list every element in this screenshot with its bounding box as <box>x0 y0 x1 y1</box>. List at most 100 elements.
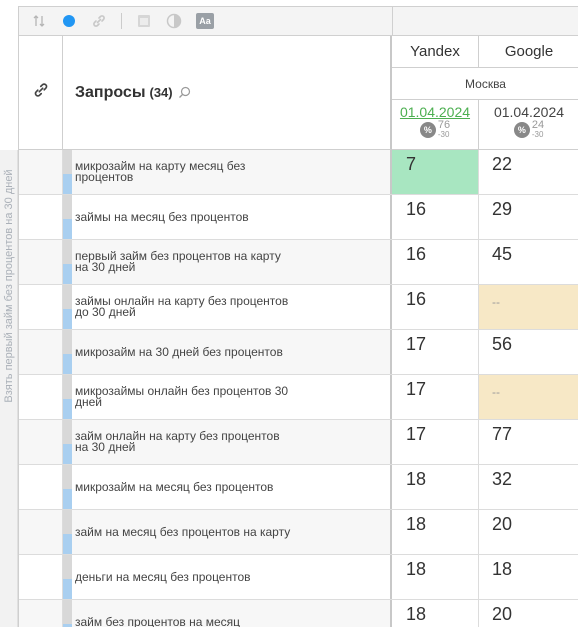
query-cell[interactable]: займ без процентов на месяц <box>63 600 392 627</box>
row-link-cell[interactable] <box>19 375 63 419</box>
row-link-cell[interactable] <box>19 420 63 464</box>
contrast-icon[interactable] <box>166 13 182 29</box>
query-text: микрозайм на карту месяц без процентов <box>75 159 246 184</box>
stat-delta: -30 <box>437 130 450 139</box>
google-position-cell[interactable]: 77 <box>479 420 578 464</box>
table-row[interactable]: микрозайм на 30 дней без процентов 17 56 <box>19 330 578 375</box>
query-cell[interactable]: займ онлайн на карту без процентов на 30… <box>63 420 392 464</box>
row-link-cell[interactable] <box>19 195 63 239</box>
toolbar: Aa <box>19 6 392 36</box>
table-row[interactable]: займ онлайн на карту без процентов на 30… <box>19 420 578 465</box>
query-cell[interactable]: займ на месяц без процентов на карту <box>63 510 392 554</box>
google-position-cell[interactable]: 22 <box>479 150 578 194</box>
date-link-yandex[interactable]: 01.04.2024 <box>400 104 470 120</box>
search-icon[interactable] <box>178 86 191 99</box>
table-row[interactable]: микрозаймы онлайн без процентов 30 дней 1… <box>19 375 578 420</box>
row-link-cell[interactable] <box>19 465 63 509</box>
google-position-cell[interactable]: -- <box>479 285 578 329</box>
frequency-bar <box>63 600 72 627</box>
link-column-header[interactable] <box>19 36 63 150</box>
google-position-cell[interactable]: 56 <box>479 330 578 374</box>
query-text: микрозайм на месяц без процентов <box>75 479 274 494</box>
google-position-cell[interactable]: 20 <box>479 600 578 627</box>
engine-header-google[interactable]: Google <box>479 36 578 68</box>
row-link-cell[interactable] <box>19 555 63 599</box>
query-text: займы онлайн на карту без процентов до 3… <box>75 294 289 319</box>
query-text: займ на месяц без процентов на карту <box>75 524 291 539</box>
row-link-cell[interactable] <box>19 285 63 329</box>
sort-icon[interactable] <box>31 13 47 29</box>
query-text: микрозаймы онлайн без процентов 30 дней <box>75 384 289 409</box>
table-row[interactable]: микрозайм на месяц без процентов 18 32 <box>19 465 578 510</box>
google-position-cell[interactable]: -- <box>479 375 578 419</box>
yandex-position-cell[interactable]: 16 <box>392 285 479 329</box>
table-row[interactable]: деньги на месяц без процентов 18 18 <box>19 555 578 600</box>
table-row[interactable]: займы онлайн на карту без процентов до 3… <box>19 285 578 330</box>
yandex-position-cell[interactable]: 17 <box>392 375 479 419</box>
query-cell[interactable]: микрозайм на карту месяц без процентов <box>63 150 392 194</box>
toolbar-separator <box>121 13 122 29</box>
yandex-position-cell[interactable]: 18 <box>392 600 479 627</box>
row-link-cell[interactable] <box>19 150 63 194</box>
stat-yandex: % 76 -30 <box>419 119 451 139</box>
yandex-position-cell[interactable]: 17 <box>392 420 479 464</box>
query-text: займ без процентов на месяц <box>75 614 241 627</box>
percent-icon: % <box>513 122 530 138</box>
stat-value: 76 <box>437 119 451 131</box>
query-cell[interactable]: микрозаймы онлайн без процентов 30 дней <box>63 375 392 419</box>
query-cell[interactable]: первый займ без процентов на карту на 30… <box>63 240 392 284</box>
toolbar-right-area <box>392 6 578 36</box>
date-column-yandex[interactable]: 01.04.2024 % 76 -30 <box>392 100 479 150</box>
link-icon[interactable] <box>91 13 107 29</box>
date-column-google[interactable]: 01.04.2024 % 24 -30 <box>479 100 578 150</box>
yandex-position-cell[interactable]: 18 <box>392 465 479 509</box>
region-label: Москва <box>392 68 578 100</box>
query-text: микрозайм на 30 дней без процентов <box>75 344 283 359</box>
row-link-cell[interactable] <box>19 240 63 284</box>
table-row[interactable]: займ без процентов на месяц 18 20 <box>19 600 578 627</box>
table-row[interactable]: займы на месяц без процентов 16 29 <box>19 195 578 240</box>
yandex-position-cell[interactable]: 17 <box>392 330 479 374</box>
frequency-bar <box>63 465 72 509</box>
yandex-position-cell[interactable]: 16 <box>392 240 479 284</box>
google-position-cell[interactable]: 32 <box>479 465 578 509</box>
font-icon[interactable]: Aa <box>196 13 214 29</box>
row-link-cell[interactable] <box>19 330 63 374</box>
frequency-bar <box>63 420 72 464</box>
query-cell[interactable]: микрозайм на месяц без процентов <box>63 465 392 509</box>
queries-count: (34) <box>149 85 173 100</box>
row-link-cell[interactable] <box>19 510 63 554</box>
table-row[interactable]: микрозайм на карту месяц без процентов 7 2… <box>19 150 578 195</box>
percent-icon: % <box>419 122 436 138</box>
calendar-icon[interactable] <box>136 13 152 29</box>
stat-google: % 24 -30 <box>513 119 545 139</box>
google-position-cell[interactable]: 18 <box>479 555 578 599</box>
font-icon-label: Aa <box>199 16 211 26</box>
google-position-cell[interactable]: 20 <box>479 510 578 554</box>
query-cell[interactable]: микрозайм на 30 дней без процентов <box>63 330 392 374</box>
query-cell[interactable]: займы онлайн на карту без процентов до 3… <box>63 285 392 329</box>
query-text: деньги на месяц без процентов <box>75 569 251 584</box>
table-row[interactable]: займ на месяц без процентов на карту 18 20 <box>19 510 578 555</box>
query-text: займ онлайн на карту без процентов на 30… <box>75 429 280 454</box>
query-cell[interactable]: деньги на месяц без процентов <box>63 555 392 599</box>
row-link-cell[interactable] <box>19 600 63 627</box>
google-position-cell[interactable]: 45 <box>479 240 578 284</box>
stat-delta: -30 <box>531 130 544 139</box>
dot-icon[interactable] <box>61 13 77 29</box>
table-row[interactable]: первый займ без процентов на карту на 30… <box>19 240 578 285</box>
yandex-position-cell[interactable]: 18 <box>392 555 479 599</box>
queries-column-header[interactable]: Запросы (34) <box>63 36 392 150</box>
google-position-cell[interactable]: 29 <box>479 195 578 239</box>
yandex-position-cell[interactable]: 16 <box>392 195 479 239</box>
group-label-vertical: Взять первый займ без процентов на 30 дн… <box>0 150 18 627</box>
query-cell[interactable]: займы на месяц без процентов <box>63 195 392 239</box>
frequency-bar <box>63 240 72 284</box>
yandex-position-cell[interactable]: 18 <box>392 510 479 554</box>
yandex-position-cell[interactable]: 7 <box>392 150 479 194</box>
frequency-bar <box>63 375 72 419</box>
engine-header-yandex[interactable]: Yandex <box>392 36 479 68</box>
date-label-google: 01.04.2024 <box>493 104 565 120</box>
group-label-text: Взять первый займ без процентов на 30 дн… <box>2 169 15 403</box>
stat-value: 24 <box>531 119 545 131</box>
